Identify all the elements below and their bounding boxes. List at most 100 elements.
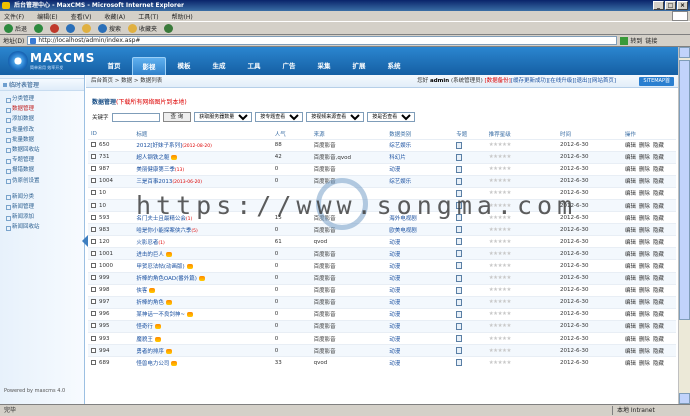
toolbar-button[interactable]: 搜索 (98, 23, 121, 33)
row-checkbox[interactable] (91, 202, 96, 208)
topic-icon[interactable] (456, 298, 463, 306)
row-op-link[interactable]: 删除 (639, 240, 650, 246)
column-header[interactable]: ID (88, 129, 133, 139)
scroll-thumb[interactable] (679, 60, 690, 320)
row-op-link[interactable]: 删除 (639, 337, 650, 343)
user-link[interactable]: [数据备份] (485, 78, 511, 84)
column-header[interactable]: 时间 (557, 129, 622, 139)
user-link[interactable]: [在线升级] (548, 78, 574, 84)
sidebar-item[interactable]: 数据管理 (0, 104, 84, 114)
row-op-link[interactable]: 隐藏 (653, 216, 664, 222)
topic-icon[interactable] (456, 141, 463, 149)
row-title-link[interactable]: 名门夫士且最精公会 (136, 216, 186, 222)
row-op-link[interactable]: 删除 (639, 228, 650, 234)
nav-tab[interactable]: 首页 (97, 57, 131, 75)
table-row[interactable]: 996 某神话一不良剑神~ 0 百度影音 动漫 ★★★★★ 2012-6-30 编辑 删除 隐藏 (88, 307, 676, 321)
row-title-link[interactable]: 折棒的角色 (136, 300, 164, 306)
topic-icon[interactable] (456, 238, 463, 246)
row-op-link[interactable]: 删除 (639, 167, 650, 173)
row-op-link[interactable]: 删除 (639, 324, 650, 330)
row-category-link[interactable]: 综艺娱乐 (389, 143, 411, 149)
rating-stars-icon[interactable]: ★★★★★ (489, 239, 512, 245)
toolbar-button[interactable] (82, 23, 92, 33)
sidebar-item[interactable]: 批量修改 (0, 125, 84, 135)
topic-icon[interactable] (456, 189, 463, 197)
row-title-link[interactable]: 哈是你小能探案侠六季 (136, 228, 191, 234)
table-row[interactable]: 689 怪兽电力公司 33 qvod 动漫 ★★★★★ 2012-6-30 编辑 删除 隐藏 (88, 356, 676, 369)
sitemap-button[interactable]: SITEMAP首 (639, 77, 674, 86)
row-op-link[interactable]: 删除 (639, 252, 650, 258)
row-op-link[interactable]: 编辑 (625, 167, 636, 173)
row-title-link[interactable]: 甲贺忍法帖(动画版) (136, 264, 184, 270)
row-op-link[interactable]: 隐藏 (653, 228, 664, 234)
rating-stars-icon[interactable]: ★★★★★ (489, 348, 512, 354)
row-op-link[interactable]: 隐藏 (653, 349, 664, 355)
nav-tab[interactable]: 系统 (377, 57, 411, 75)
sidebar-item[interactable]: 报错数据 (0, 165, 84, 175)
table-row[interactable]: 1001 进击的巨人 0 百度影音 动漫 ★★★★★ 2012-6-30 编辑 删除 隐藏 (88, 247, 676, 260)
row-category-link[interactable]: 动漫 (389, 300, 400, 306)
row-checkbox[interactable] (91, 190, 96, 196)
row-category-link[interactable]: 动漫 (389, 264, 400, 270)
row-op-link[interactable]: 编辑 (625, 276, 636, 282)
table-row[interactable]: 983 哈是你小能探案侠六季(5) 0 百度影音 欧美电视剧 ★★★★★ 2012-6-30… (88, 223, 676, 236)
row-op-link[interactable]: 编辑 (625, 240, 636, 246)
row-op-link[interactable]: 删除 (639, 179, 650, 185)
topic-icon[interactable] (456, 177, 463, 185)
maximize-button[interactable]: □ (665, 1, 676, 10)
filter-select[interactable]: 获取服务器数量 (194, 112, 253, 122)
row-checkbox[interactable] (91, 323, 96, 329)
row-op-link[interactable]: 编辑 (625, 204, 636, 210)
row-checkbox[interactable] (91, 311, 96, 317)
table-row[interactable]: 1004 三是百事2013(2013-06-20) 0 百度影音 综艺娱乐 ★★★★★ 20… (88, 174, 676, 188)
nav-tab[interactable]: 广告 (272, 57, 306, 75)
row-title-link[interactable]: 某神话一不良剑神~ (136, 312, 185, 318)
rating-stars-icon[interactable]: ★★★★★ (489, 178, 512, 184)
nav-tab[interactable]: 扩展 (342, 57, 376, 75)
topic-icon[interactable] (456, 274, 463, 282)
row-checkbox[interactable] (91, 359, 96, 365)
sidebar-item[interactable]: 新闻回收站 (0, 222, 84, 232)
row-checkbox[interactable] (91, 262, 96, 268)
row-op-link[interactable]: 隐藏 (653, 312, 664, 318)
rating-stars-icon[interactable]: ★★★★★ (489, 287, 512, 293)
topic-icon[interactable] (456, 286, 463, 294)
row-title-link[interactable]: 怪奇行 (136, 324, 153, 330)
row-title-link[interactable]: 怪兽电力公司 (136, 361, 169, 367)
row-checkbox[interactable] (91, 238, 96, 244)
nav-tab[interactable]: 采集 (307, 57, 341, 75)
sidebar-group-temp[interactable]: 临时表管理 (0, 78, 84, 91)
sidebar-item[interactable]: 添加数据 (0, 114, 84, 124)
column-header[interactable]: 操作 (622, 129, 676, 139)
scroll-up-icon[interactable] (679, 47, 690, 58)
topic-icon[interactable] (456, 310, 463, 318)
row-op-link[interactable]: 编辑 (625, 252, 636, 258)
row-category-link[interactable]: 动漫 (389, 312, 400, 318)
column-header[interactable]: 标题 (133, 129, 271, 139)
row-category-link[interactable]: 动漫 (389, 240, 400, 246)
row-category-link[interactable]: 科幻片 (389, 155, 406, 161)
row-op-link[interactable]: 编辑 (625, 228, 636, 234)
toolbar-button[interactable] (164, 23, 174, 33)
user-link[interactable]: [网站首页] (590, 78, 616, 84)
rating-stars-icon[interactable]: ★★★★★ (489, 142, 512, 148)
table-row[interactable]: 120 火影忍者(1) 61 qvod 动漫 ★★★★★ 2012-6-30 编辑 删除 隐藏 (88, 235, 676, 248)
address-input[interactable]: http://localhost/admin/index.asp# (27, 36, 618, 45)
row-title-link[interactable]: 进击的巨人 (136, 252, 164, 258)
row-checkbox[interactable] (91, 178, 96, 184)
topic-icon[interactable] (456, 347, 463, 355)
row-op-link[interactable]: 编辑 (625, 337, 636, 343)
sidebar-item[interactable]: 新闻管理 (0, 202, 84, 212)
row-op-link[interactable]: 隐藏 (653, 300, 664, 306)
row-op-link[interactable]: 删除 (639, 288, 650, 294)
toolbar-button[interactable] (50, 23, 60, 33)
column-header[interactable]: 来源 (311, 129, 387, 139)
row-op-link[interactable]: 隐藏 (653, 337, 664, 343)
rating-stars-icon[interactable]: ★★★★★ (489, 299, 512, 305)
menu-item[interactable]: 编辑(E) (37, 12, 57, 21)
row-op-link[interactable]: 编辑 (625, 361, 636, 367)
row-op-link[interactable]: 隐藏 (653, 167, 664, 173)
filter-select[interactable]: 按是否查看 (367, 112, 416, 122)
sidebar-item[interactable]: 新闻添加 (0, 212, 84, 222)
toolbar-button[interactable] (66, 23, 76, 33)
